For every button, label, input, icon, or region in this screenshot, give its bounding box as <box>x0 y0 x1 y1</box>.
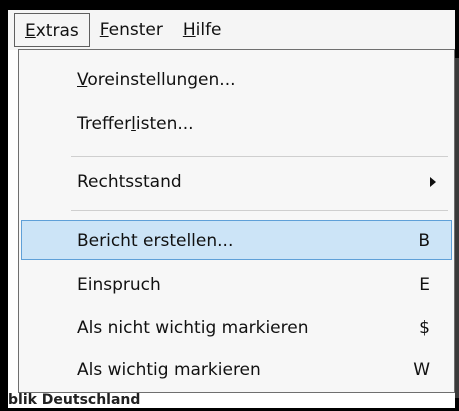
window-top-edge <box>4 0 455 10</box>
menu-hilfe-mnemonic: H <box>182 20 196 40</box>
window-left-edge <box>4 0 8 411</box>
menu-item-label: Voreinstellungen... <box>77 70 236 90</box>
menu-item-label: Einspruch <box>77 275 161 295</box>
menu-item-shortcut: E <box>419 275 430 295</box>
menu-item-label: Trefferlisten... <box>77 114 194 134</box>
menu-extras-mnemonic: E <box>25 21 36 41</box>
menu-item-als-nicht-wichtig[interactable]: Als nicht wichtig markieren $ <box>19 308 454 348</box>
menu-item-voreinstellungen[interactable]: Voreinstellungen... <box>19 60 454 100</box>
menu-item-einspruch[interactable]: Einspruch E <box>19 265 454 305</box>
menu-item-label: Als nicht wichtig markieren <box>77 318 309 338</box>
menu-hilfe-label: ilfe <box>195 20 222 40</box>
menu-separator <box>71 210 448 211</box>
menu-item-label: Rechtsstand <box>77 172 182 192</box>
menu-hilfe[interactable]: Hilfe <box>173 13 232 47</box>
menu-item-als-wichtig[interactable]: Als wichtig markieren W <box>19 350 454 390</box>
menu-item-bericht-erstellen[interactable]: Bericht erstellen... B <box>21 220 452 260</box>
menu-item-trefferlisten[interactable]: Trefferlisten... <box>19 104 454 144</box>
menu-item-label: Als wichtig markieren <box>77 360 261 380</box>
menu-item-shortcut: B <box>418 231 430 251</box>
menu-extras-label: xtras <box>35 21 79 41</box>
menu-fenster[interactable]: Fenster <box>90 13 173 47</box>
menu-item-shortcut: W <box>413 360 430 380</box>
submenu-arrow-icon <box>430 177 436 187</box>
menu-shadow <box>455 58 459 398</box>
menu-fenster-label: enster <box>108 20 163 40</box>
menu-bar: Extras Fenster Hilfe <box>8 10 455 50</box>
background-window-text: blik Deutschland <box>8 392 141 408</box>
menu-extras[interactable]: Extras <box>14 13 90 47</box>
menu-item-shortcut: $ <box>419 318 430 338</box>
menu-fenster-mnemonic: F <box>99 20 109 40</box>
menu-item-rechtsstand[interactable]: Rechtsstand <box>19 162 454 202</box>
menu-item-label: Bericht erstellen... <box>77 231 234 251</box>
menu-separator <box>71 156 448 157</box>
extras-dropdown-menu: Voreinstellungen... Trefferlisten... Rec… <box>18 49 455 393</box>
